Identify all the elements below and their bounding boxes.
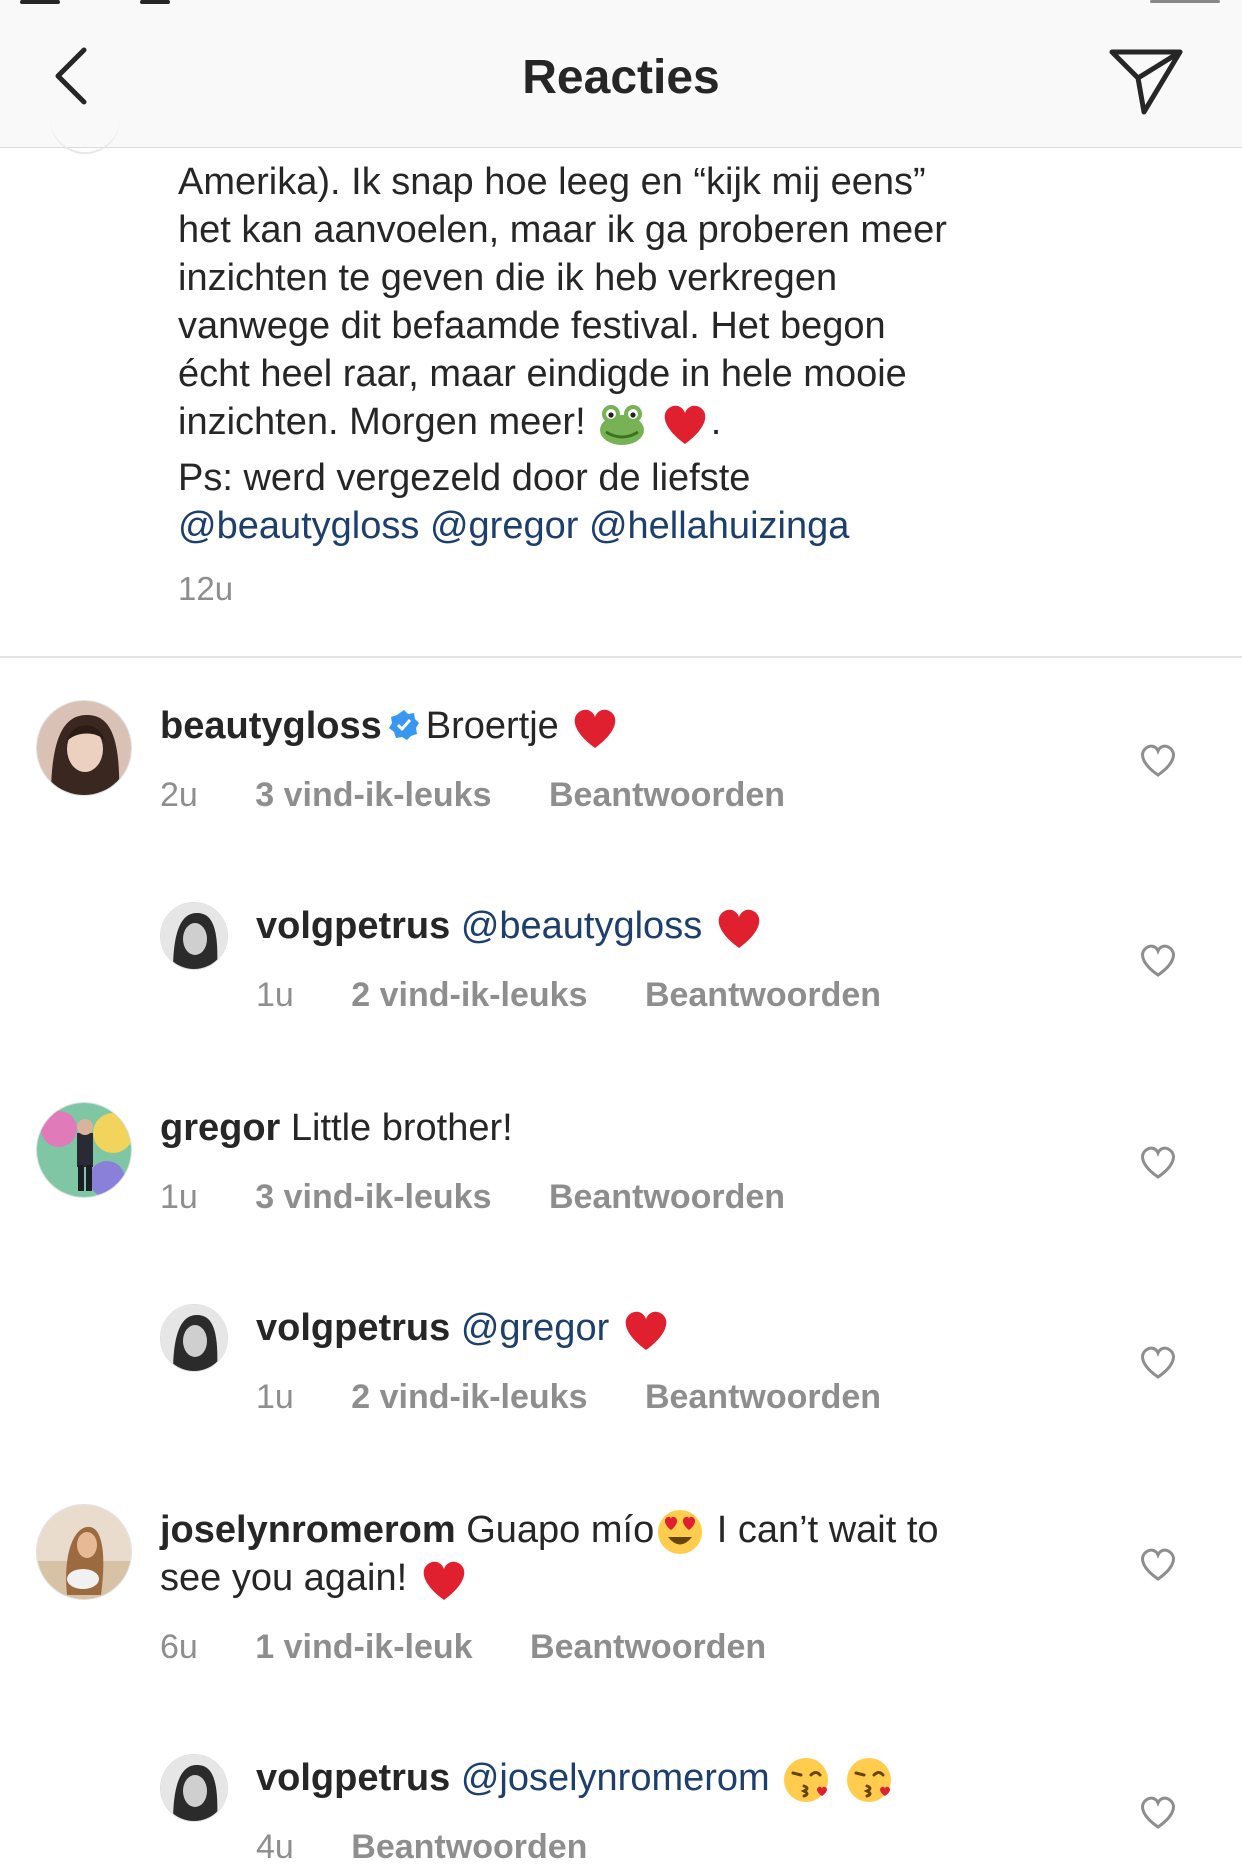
caption-period: . (710, 401, 722, 443)
red-heart-emoji-icon (718, 909, 760, 948)
like-heart-icon[interactable] (1138, 1544, 1178, 1584)
comment-username[interactable]: beautygloss (160, 705, 382, 747)
frog-emoji-icon (600, 404, 645, 445)
likes-count-button[interactable]: 2 vind-ik-leuks (351, 976, 587, 1015)
comment-username[interactable]: joselynromerom (160, 1509, 456, 1551)
red-heart-emoji-icon (575, 709, 616, 748)
caption-ps: Ps: werd vergezeld door de liefste (178, 456, 751, 499)
like-heart-icon[interactable] (1138, 740, 1178, 780)
verified-badge-icon (388, 710, 419, 740)
likes-count-button[interactable]: 3 vind-ik-leuks (255, 1178, 491, 1217)
reply-button[interactable]: Beantwoorden (645, 976, 881, 1015)
likes-count-button[interactable]: 3 vind-ik-leuks (255, 776, 491, 815)
comment-timestamp: 1u (160, 1178, 198, 1216)
avatar[interactable] (160, 1754, 228, 1822)
caption-line: het kan aanvoelen, maar ik ga proberen m… (178, 209, 947, 251)
avatar[interactable] (160, 1304, 228, 1372)
comment-timestamp: 1u (256, 1378, 294, 1416)
like-heart-icon[interactable] (1138, 1342, 1178, 1382)
comment-timestamp: 2u (160, 776, 198, 814)
reply-button[interactable]: Beantwoorden (530, 1628, 766, 1667)
like-heart-icon[interactable] (1138, 1792, 1178, 1832)
mention-link[interactable]: @beautygloss (461, 905, 702, 947)
mention-link[interactable]: @hellahuizinga (589, 505, 849, 547)
heart-eyes-emoji-icon (658, 1509, 703, 1554)
mention-link[interactable]: @gregor (430, 505, 578, 547)
status-bar-remnant (0, 0, 1242, 6)
like-heart-icon[interactable] (1138, 940, 1178, 980)
comment-username[interactable]: volgpetrus (256, 905, 450, 947)
mention-link[interactable]: @gregor (461, 1307, 609, 1349)
comment-timestamp: 4u (256, 1828, 294, 1866)
page-title: Reacties (522, 51, 720, 104)
top-navigation-bar: Reacties (0, 0, 1242, 148)
comment-text: see you again! (160, 1557, 408, 1599)
divider (0, 656, 1242, 658)
kissing-heart-emoji-icon (846, 1757, 891, 1802)
comment-text: Guapo mío (466, 1509, 655, 1551)
post-caption: Amerika). Ik snap hoe leeg en “kijk mij … (178, 158, 1158, 550)
reply-button[interactable]: Beantwoorden (351, 1828, 587, 1867)
avatar[interactable] (36, 700, 132, 796)
reply-button[interactable]: Beantwoorden (549, 776, 785, 815)
likes-count-button[interactable]: 2 vind-ik-leuks (351, 1378, 587, 1417)
paper-plane-icon[interactable] (1108, 46, 1184, 116)
likes-count-button[interactable]: 1 vind-ik-leuk (255, 1628, 472, 1667)
comment-username[interactable]: volgpetrus (256, 1307, 450, 1349)
avatar[interactable] (36, 1504, 132, 1600)
reply-button[interactable]: Beantwoorden (549, 1178, 785, 1217)
comment-timestamp: 6u (160, 1628, 198, 1666)
caption-line: vanwege dit befaamde festival. Het begon (178, 305, 886, 347)
red-heart-emoji-icon (625, 1311, 667, 1350)
caption-timestamp: 12u (178, 570, 234, 607)
red-heart-emoji-icon (664, 405, 706, 444)
comment-timestamp: 1u (256, 976, 294, 1014)
comment-text: Little brother! (290, 1107, 513, 1149)
like-heart-icon[interactable] (1138, 1142, 1178, 1182)
avatar[interactable] (36, 1102, 132, 1198)
mention-link[interactable]: @joselynromerom (461, 1757, 770, 1799)
comment-username[interactable]: gregor (160, 1107, 280, 1149)
avatar[interactable] (160, 902, 228, 970)
red-heart-emoji-icon (423, 1561, 465, 1600)
caption-line: inzichten te geven die ik heb verkregen (178, 257, 838, 299)
kissing-heart-emoji-icon (784, 1757, 829, 1802)
comment-text: Broertje (425, 705, 559, 747)
comment-username[interactable]: volgpetrus (256, 1757, 450, 1799)
caption-line: écht heel raar, maar eindigde in hele mo… (178, 353, 907, 395)
comment-text: I can’t wait to (706, 1509, 939, 1551)
caption-line: inzichten. Morgen meer! (178, 401, 586, 443)
reply-button[interactable]: Beantwoorden (645, 1378, 881, 1417)
caption-line: Amerika). Ik snap hoe leeg en “kijk mij … (178, 161, 926, 203)
mention-link[interactable]: @beautygloss (178, 505, 419, 547)
